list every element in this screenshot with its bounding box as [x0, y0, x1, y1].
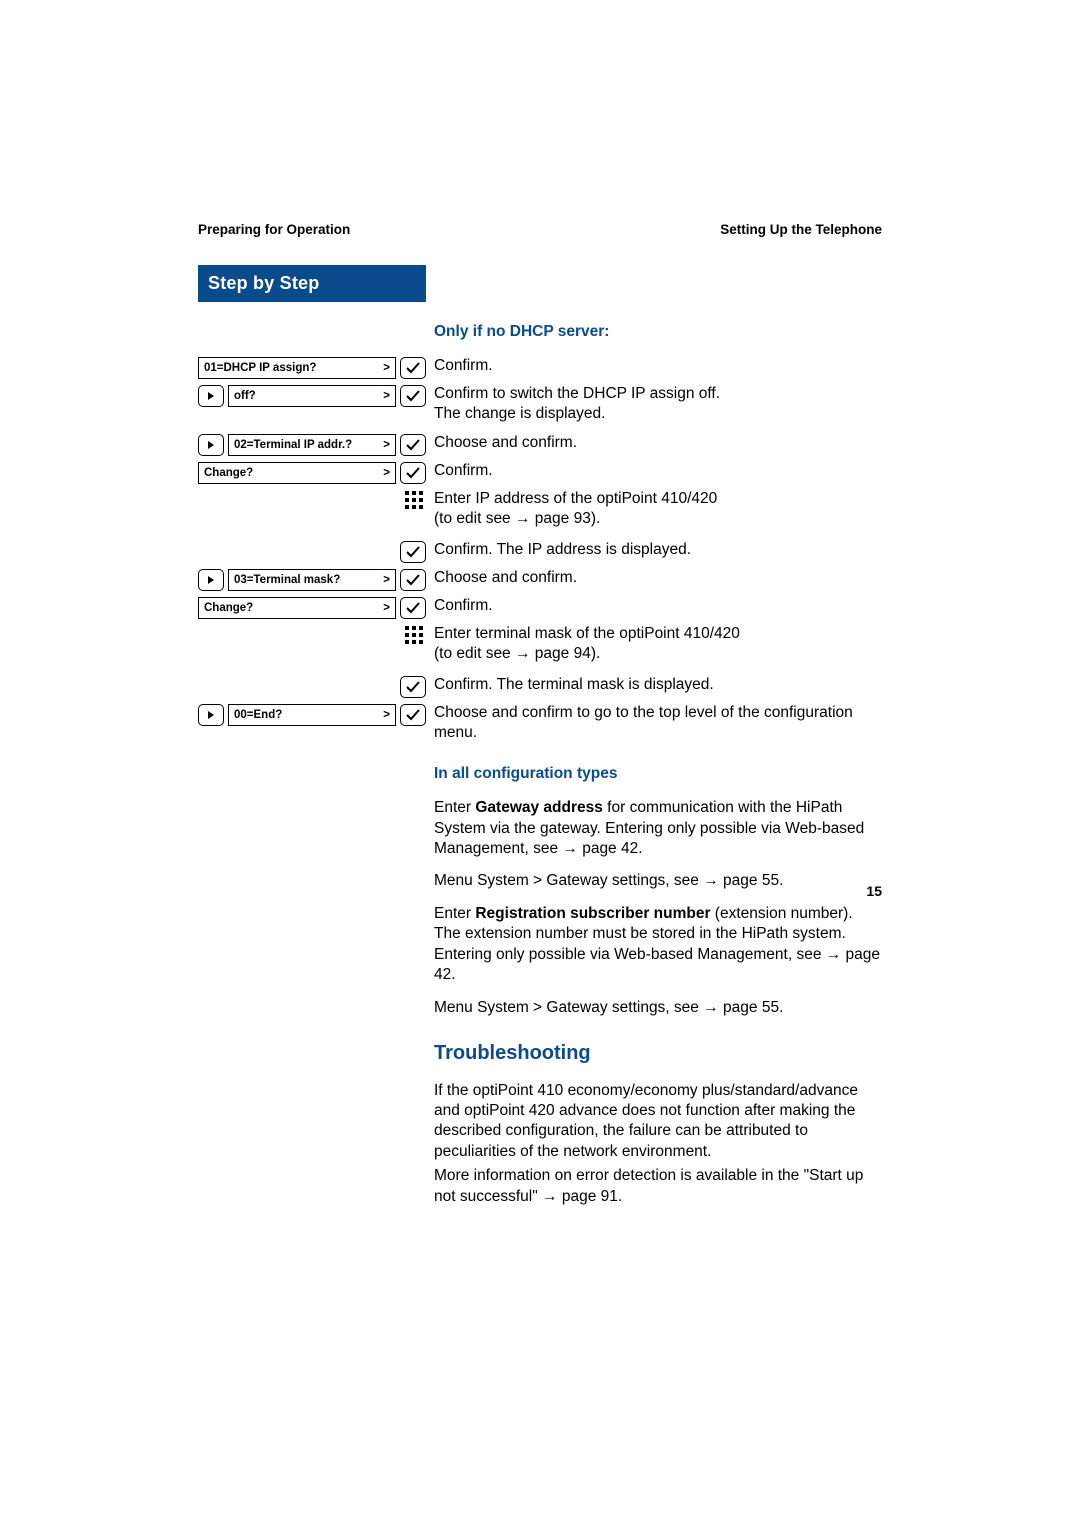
instr-enter-ip: Enter IP address of the optiPoint 410/42… [426, 489, 882, 530]
display-change: Change?> [198, 462, 396, 484]
display-terminal-ip: 02=Terminal IP addr.?> [228, 434, 396, 456]
troubleshooting-p2: More information on error detection is a… [434, 1166, 882, 1207]
confirm-icon [400, 541, 426, 563]
confirm-icon [400, 434, 426, 456]
confirm-icon [400, 462, 426, 484]
display-dhcp-assign: 01=DHCP IP assign?> [198, 357, 396, 379]
keypad-icon [402, 489, 426, 513]
instr-confirm: Confirm. [434, 597, 493, 614]
header-right: Setting Up the Telephone [720, 222, 882, 237]
instr-choose-confirm: Choose and confirm. [434, 569, 577, 586]
page-header: Preparing for Operation Setting Up the T… [198, 222, 882, 237]
display-end: 00=End?> [228, 704, 396, 726]
instr-confirm: Confirm. [434, 357, 493, 374]
keypad-icon [402, 624, 426, 648]
instr-ip-displayed: Confirm. The IP address is displayed. [434, 541, 691, 558]
nav-arrow-icon [198, 434, 224, 456]
display-change: Change?> [198, 597, 396, 619]
step-by-step-title: Step by Step [198, 265, 426, 302]
menu-gateway-2: Menu System > Gateway settings, see → pa… [434, 998, 882, 1018]
instr-mask-displayed: Confirm. The terminal mask is displayed. [434, 676, 714, 693]
nav-arrow-icon [198, 704, 224, 726]
header-left: Preparing for Operation [198, 222, 350, 237]
confirm-icon [400, 676, 426, 698]
nav-arrow-icon [198, 385, 224, 407]
confirm-icon [400, 704, 426, 726]
instr-end: Choose and confirm to go to the top leve… [434, 704, 853, 741]
section-config-types-heading: In all configuration types [434, 764, 882, 784]
instr-choose-confirm: Choose and confirm. [434, 434, 577, 451]
confirm-icon [400, 357, 426, 379]
nav-arrow-icon [198, 569, 224, 591]
gateway-address-text: Enter Gateway address for communication … [434, 798, 882, 859]
confirm-icon [400, 597, 426, 619]
instr-enter-mask: Enter terminal mask of the optiPoint 410… [426, 624, 882, 665]
confirm-icon [400, 569, 426, 591]
page-number: 15 [866, 883, 882, 899]
troubleshooting-heading: Troubleshooting [434, 1040, 882, 1066]
instr-switch-off: Confirm to switch the DHCP IP assign off… [426, 384, 882, 425]
instr-confirm: Confirm. [434, 462, 493, 479]
section-dhcp-heading: Only if no DHCP server: [434, 322, 882, 342]
display-off: off?> [228, 385, 396, 407]
confirm-icon [400, 385, 426, 407]
registration-number-text: Enter Registration subscriber number (ex… [434, 904, 882, 986]
menu-gateway-1: Menu System > Gateway settings, see → pa… [434, 871, 882, 891]
troubleshooting-p1: If the optiPoint 410 economy/economy plu… [434, 1081, 882, 1163]
display-terminal-mask: 03=Terminal mask?> [228, 569, 396, 591]
